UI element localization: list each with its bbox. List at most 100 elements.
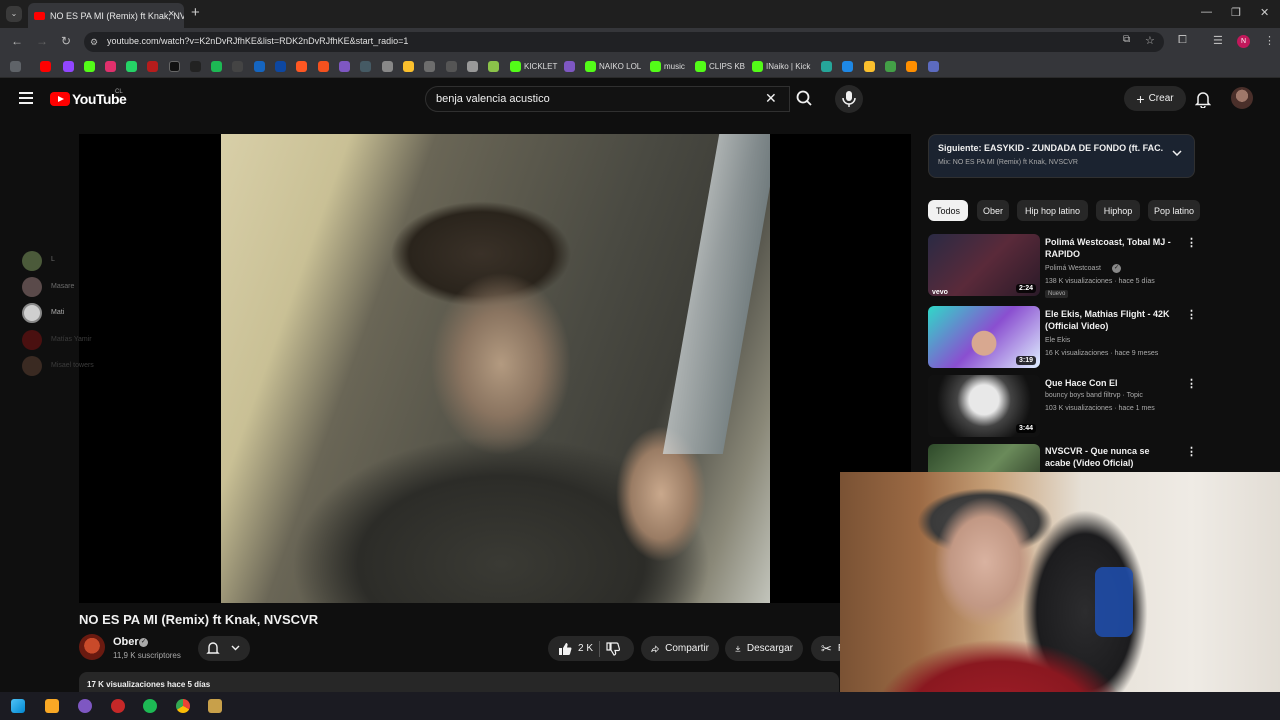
bookmark-icon[interactable] [360,61,371,72]
tab-close-icon[interactable]: × [168,8,174,20]
bookmark-icon[interactable] [147,61,158,72]
app-icon[interactable] [78,699,92,713]
account-avatar[interactable] [1231,87,1253,109]
chip-hiphop[interactable]: Hiphop [1096,200,1140,221]
league-of-legends-icon[interactable] [208,699,222,713]
bookmark-icon[interactable] [275,61,286,72]
tab-search-button[interactable]: ⌄ [6,6,22,22]
app-icon[interactable] [111,699,125,713]
file-explorer-icon[interactable] [45,699,59,713]
bookmark-icon[interactable] [382,61,393,72]
bookmark-music-icon[interactable] [650,61,661,72]
bookmark-icon[interactable] [403,61,414,72]
minimize-button[interactable]: — [1201,6,1212,18]
bookmark-icon[interactable] [232,61,243,72]
reload-icon[interactable]: ↻ [61,34,71,48]
clear-search-icon[interactable]: ✕ [765,90,777,107]
bookmark-x-icon[interactable] [169,61,180,72]
bookmark-icon[interactable] [864,61,875,72]
download-button[interactable]: Descargar [725,636,803,661]
rec-channel[interactable]: Ele Ekis [1045,337,1070,344]
channel-avatar[interactable] [79,634,105,660]
bookmark-icon[interactable] [906,61,917,72]
rec-channel[interactable]: bouncy boys band filtrvp · Topic [1045,392,1143,399]
bookmark-kicklet-icon[interactable] [510,61,521,72]
bookmark-naiko-lol-icon[interactable] [585,61,596,72]
browser-tab-active[interactable]: NO ES PA MI (Remix) ft Knak, NVSCVR - Yo… [28,3,184,28]
rec-title[interactable]: Polimá Westcoast, Tobal MJ - RAPIDO [1045,236,1175,260]
site-info-icon[interactable]: ⚙ [90,37,98,48]
rec-title[interactable]: NVSCVR - Que nunca se acabe (Video Ofici… [1045,445,1175,469]
bookmark-youtube-icon[interactable] [40,61,51,72]
video-frame[interactable] [221,134,770,603]
more-options-icon[interactable]: ⋮ [1186,445,1197,458]
bookmark-star-icon[interactable]: ☆ [1145,34,1155,47]
windows-start-icon[interactable] [11,699,25,713]
bookmark-naiko-kick-icon[interactable] [752,61,763,72]
bookmark-spotify-icon[interactable] [211,61,222,72]
bookmark-icon[interactable] [339,61,350,72]
bookmark-icon[interactable] [467,61,478,72]
media-control-icon[interactable]: ☰ [1213,34,1223,47]
menu-icon[interactable] [19,92,33,104]
browser-menu-icon[interactable]: ⋮ [1264,34,1275,47]
bookmark-icon[interactable] [928,61,939,72]
bookmark-clips-kb[interactable]: CLIPS KB [709,62,745,71]
bookmark-icon[interactable] [885,61,896,72]
chip-todos[interactable]: Todos [928,200,968,221]
up-next-panel[interactable] [928,134,1195,178]
spotify-icon[interactable] [143,699,157,713]
bookmark-kicklet[interactable]: KICKLET [524,62,557,71]
bookmark-icon[interactable] [446,61,457,72]
bookmark-icon[interactable] [488,61,499,72]
apps-grid-icon[interactable] [10,61,21,72]
bookmark-clips-kb-icon[interactable] [695,61,706,72]
bookmark-twitch-icon[interactable] [63,61,74,72]
search-button[interactable] [790,86,820,112]
more-options-icon[interactable]: ⋮ [1186,308,1197,321]
subscriber-count: 11,9 K suscriptores [113,651,181,660]
close-window-button[interactable]: ✕ [1260,6,1269,19]
bookmark-instagram-icon[interactable] [105,61,116,72]
notifications-button[interactable] [1194,90,1212,109]
bookmark-icon[interactable] [564,61,575,72]
profile-avatar[interactable]: N [1237,35,1250,48]
voice-search-button[interactable] [835,85,863,113]
forward-arrow-icon[interactable]: → [36,34,48,48]
more-options-icon[interactable]: ⋮ [1186,377,1197,390]
chip-hip-hop-latino[interactable]: Hip hop latino [1017,200,1088,221]
bookmark-icon[interactable] [254,61,265,72]
bookmark-icon[interactable] [842,61,853,72]
create-button[interactable]: + Crear [1124,86,1186,111]
bookmark-icon[interactable] [424,61,435,72]
thumbs-up-icon[interactable] [558,642,572,656]
subscription-bell-button[interactable] [198,636,250,661]
youtube-logo-icon[interactable] [50,92,70,106]
rec-title[interactable]: Que Hace Con El [1045,377,1175,389]
bookmark-naiko-lol[interactable]: NAIKO LOL [599,62,641,71]
more-options-icon[interactable]: ⋮ [1186,236,1197,249]
chip-pop-latino[interactable]: Pop latino [1148,200,1200,221]
bookmark-icon[interactable] [318,61,329,72]
rec-title[interactable]: Ele Ekis, Mathias Flight - 42K (Official… [1045,308,1175,332]
install-app-icon[interactable]: ⧉ [1123,34,1130,45]
rec-channel[interactable]: Polimá Westcoast [1045,265,1101,272]
chip-ober[interactable]: Ober [977,200,1009,221]
channel-name[interactable]: Ober [113,636,139,648]
new-tab-button[interactable]: + [191,4,200,21]
bookmark-tiktok-icon[interactable] [190,61,201,72]
chevron-down-icon[interactable] [1172,150,1182,156]
chrome-icon[interactable] [176,699,190,713]
back-arrow-icon[interactable]: ← [11,34,23,48]
bookmark-naiko-kick[interactable]: INaiko | Kick [766,62,810,71]
bookmark-icon[interactable] [821,61,832,72]
bookmark-music[interactable]: music [664,62,685,71]
up-next-subtitle: Mix: NO ES PA MI (Remix) ft Knak, NVSCVR [938,159,1078,166]
extensions-icon[interactable]: ⧠ [1178,34,1187,47]
thumbs-down-icon[interactable] [606,641,621,656]
bookmark-icon[interactable] [296,61,307,72]
bookmark-kick-icon[interactable] [84,61,95,72]
maximize-button[interactable]: ❐ [1231,6,1241,19]
share-button[interactable]: Compartir [641,636,719,661]
bookmark-whatsapp-icon[interactable] [126,61,137,72]
